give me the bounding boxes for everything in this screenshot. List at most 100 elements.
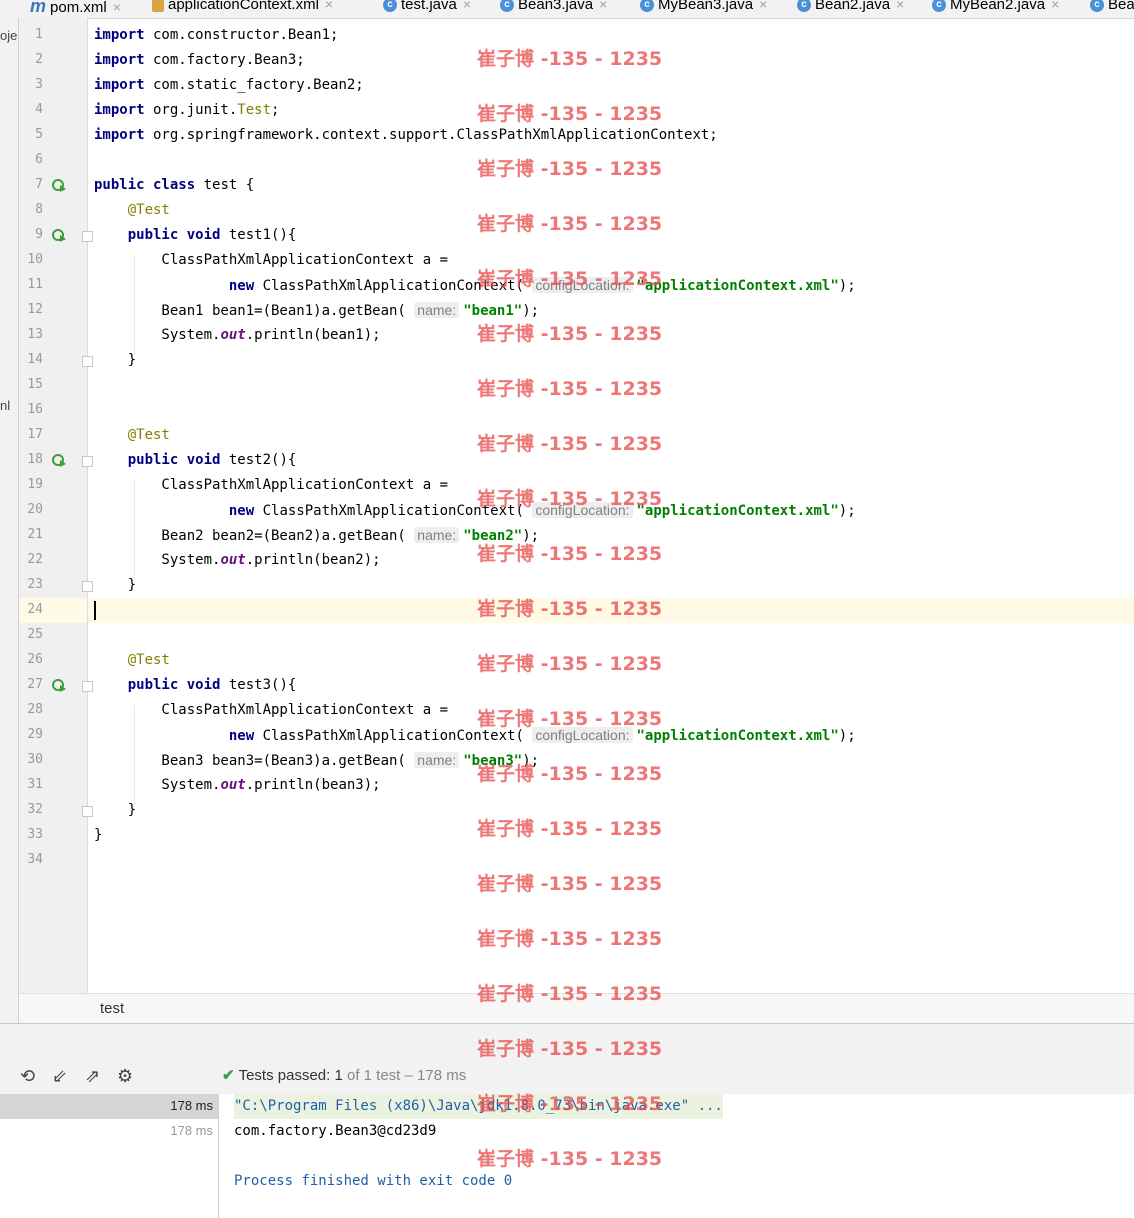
tab-5[interactable]: c Bean2.java ×	[797, 0, 904, 18]
code-line: System.out.println(bean1);	[94, 323, 380, 348]
close-icon[interactable]: ×	[325, 0, 333, 12]
line-number: 23	[27, 577, 43, 592]
import-tests-icon[interactable]: ⇙	[52, 1066, 67, 1087]
xml-file-icon	[152, 0, 164, 13]
breadcrumb-item-test[interactable]: test	[100, 1000, 124, 1017]
code-token: out	[220, 327, 246, 343]
run-test-icon[interactable]	[52, 678, 66, 692]
indent-guide	[134, 480, 135, 580]
code-token: org.junit.	[144, 102, 238, 118]
code-token: );	[522, 303, 540, 319]
test-duration: 178 ms	[170, 1098, 213, 1113]
code-token: @Test	[127, 202, 170, 218]
history-icon[interactable]: ⟲	[20, 1066, 35, 1087]
code-line: System.out.println(bean3);	[94, 773, 380, 798]
settings-icon[interactable]: ⚙	[117, 1066, 133, 1087]
run-test-icon[interactable]	[52, 453, 66, 467]
watermark-text: 崔子博 -135 - 1235	[477, 818, 663, 840]
code-token: .println(bean2);	[245, 552, 381, 568]
watermark-text: 崔子博 -135 - 1235	[477, 708, 663, 730]
java-class-icon: c	[1090, 0, 1104, 13]
code-token: System.	[94, 327, 221, 343]
code-token: import	[94, 102, 145, 118]
code-token: out	[220, 552, 246, 568]
tab-1[interactable]: applicationContext.xml ×	[152, 0, 333, 18]
code-token: @Test	[127, 652, 170, 668]
tab-4[interactable]: c MyBean3.java ×	[640, 0, 767, 18]
code-line: ClassPathXmlApplicationContext a =	[94, 473, 448, 498]
run-test-icon[interactable]	[52, 228, 66, 242]
close-icon[interactable]: ×	[1051, 0, 1059, 12]
code-token: org.springframework.context.support.Clas…	[144, 127, 718, 143]
watermark-text: 崔子博 -135 - 1235	[477, 1038, 663, 1060]
tab-7[interactable]: c Bea	[1090, 0, 1134, 18]
code-line: Bean1 bean1=(Bean1)a.getBean( name: "bean…	[94, 298, 539, 323]
code-token: new	[228, 728, 255, 744]
code-token: test3(){	[220, 677, 297, 693]
tab-6[interactable]: c MyBean2.java ×	[932, 0, 1059, 18]
java-class-icon: c	[932, 0, 946, 13]
code-line: new ClassPathXmlApplicationContext( conf…	[94, 723, 856, 748]
watermark-text: 崔子博 -135 - 1235	[477, 543, 663, 565]
code-token: import	[94, 77, 145, 93]
line-number: 14	[27, 352, 43, 367]
line-number: 22	[27, 552, 43, 567]
watermark-text: 崔子博 -135 - 1235	[477, 598, 663, 620]
code-token: public void	[127, 227, 221, 243]
line-number: 17	[27, 427, 43, 442]
code-line: public class test {	[94, 173, 254, 198]
code-line: Bean2 bean2=(Bean2)a.getBean( name: "bean…	[94, 523, 539, 548]
line-number: 16	[27, 402, 43, 417]
test-tree-row[interactable]: 178 ms	[0, 1119, 218, 1144]
line-number: 2	[35, 52, 43, 67]
code-token: public class	[94, 177, 196, 193]
code-token: test1(){	[220, 227, 297, 243]
close-icon[interactable]: ×	[463, 0, 471, 12]
export-tests-icon[interactable]: ⇗	[85, 1066, 100, 1087]
check-icon: ✔	[222, 1067, 235, 1084]
watermark-text: 崔子博 -135 - 1235	[477, 433, 663, 455]
code-token: import	[94, 27, 145, 43]
code-line: }	[94, 573, 136, 598]
code-line: import org.springframework.context.suppo…	[94, 123, 718, 148]
line-number: 19	[27, 477, 43, 492]
watermark-text: 崔子博 -135 - 1235	[477, 378, 663, 400]
line-number: 25	[27, 627, 43, 642]
code-token: test {	[195, 177, 255, 193]
close-icon[interactable]: ×	[759, 0, 767, 12]
console-line: Process finished with exit code 0	[234, 1173, 513, 1189]
code-token: System.	[94, 552, 221, 568]
close-icon[interactable]: ×	[599, 0, 607, 12]
line-number: 34	[27, 852, 43, 867]
close-icon[interactable]: ×	[896, 0, 904, 12]
code-line: public void test3(){	[94, 673, 297, 698]
code-token: Test	[237, 102, 272, 118]
run-test-icon[interactable]	[52, 178, 66, 192]
watermark-text: 崔子博 -135 - 1235	[477, 928, 663, 950]
code-line: ClassPathXmlApplicationContext a =	[94, 248, 448, 273]
indent-guide	[134, 705, 135, 805]
line-number: 32	[27, 802, 43, 817]
tab-label: MyBean3.java	[658, 0, 754, 13]
tab-0[interactable]: m pom.xml ×	[30, 0, 121, 18]
watermark-text: 崔子博 -135 - 1235	[477, 763, 663, 785]
console-output[interactable]: "C:\Program Files (x86)\Java\jdk1.8.0_73…	[234, 1094, 1124, 1218]
project-tool-strip[interactable]: oje nl	[0, 18, 19, 1023]
tab-label: Bean3.java	[518, 0, 594, 13]
code-token: com.factory.Bean3;	[144, 52, 305, 68]
code-token: com.static_factory.Bean2;	[144, 77, 364, 93]
code-token: "applicationContext.xml"	[636, 728, 839, 744]
line-number: 11	[27, 277, 43, 292]
code-token: new	[228, 278, 255, 294]
close-icon[interactable]: ×	[113, 0, 121, 15]
code-line: import com.constructor.Bean1;	[94, 23, 338, 48]
test-tree-row[interactable]: 178 ms	[0, 1094, 218, 1119]
tab-2[interactable]: c test.java ×	[383, 0, 471, 18]
tab-3[interactable]: c Bean3.java ×	[500, 0, 607, 18]
line-number: 10	[27, 252, 43, 267]
code-line: }	[94, 798, 136, 823]
